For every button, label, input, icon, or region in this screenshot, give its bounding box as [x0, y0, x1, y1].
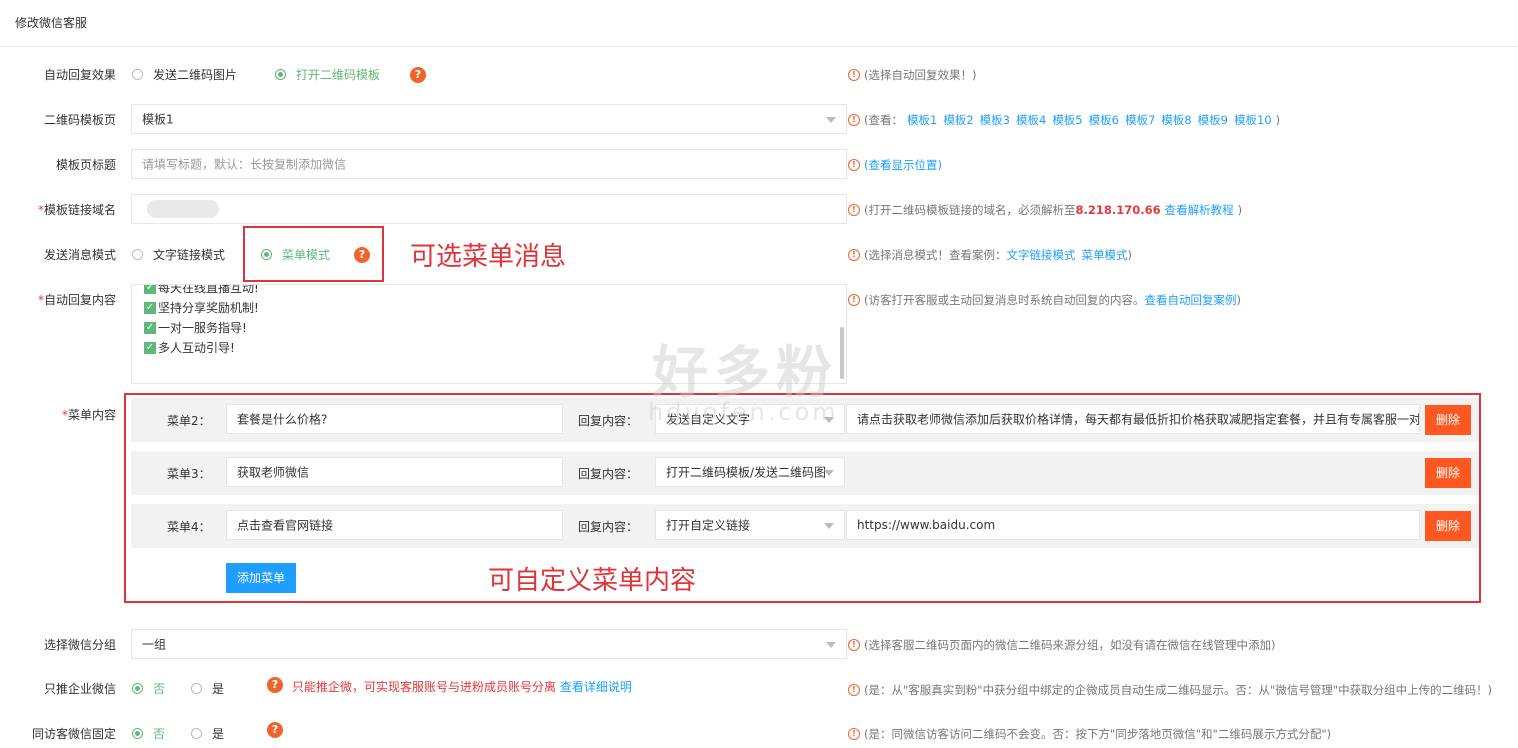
same-visitor-label: 同访客微信固定 — [31, 727, 116, 741]
help-icon[interactable]: ? — [267, 677, 283, 693]
info-icon: ! — [848, 159, 860, 171]
radio-dot-checked — [132, 683, 143, 694]
template-title-label: 模板页标题 — [55, 158, 116, 172]
wechat-group-hint: ! (选择客服二维码页面内的微信二维码来源分组，如没有请在微信在线管理中添加) — [848, 637, 1275, 653]
watermark-url: hduofen.com — [648, 398, 839, 426]
domain-input[interactable] — [131, 194, 847, 224]
template-link-4[interactable]: 模板4 — [1016, 112, 1046, 128]
annotation-menu-mode: 可选菜单消息 — [410, 242, 567, 272]
highlight-box-menu-mode — [243, 226, 384, 282]
dns-tutorial-link[interactable]: 查看解析教程 — [1165, 202, 1234, 218]
reply-line: ✓ 每天在线直播互动! — [144, 285, 259, 296]
check-icon: ✓ — [144, 285, 156, 294]
enterprise-note: 只能推企微，可实现客服账号与进粉成员账号分离 查看详细说明 — [292, 680, 632, 694]
send-mode-hint: ! (选择消息模式！查看案例： 文字链接模式 菜单模式 ) — [848, 247, 1132, 263]
reply-line: ✓ 多人互动引导! — [144, 341, 235, 355]
radio-enterprise-no[interactable]: 否 — [132, 680, 165, 697]
textarea-scrollbar[interactable] — [840, 327, 844, 379]
help-icon[interactable]: ? — [267, 722, 283, 738]
info-icon: ! — [848, 69, 860, 81]
template-link-8[interactable]: 模板8 — [1161, 112, 1191, 128]
watermark: 好多粉 — [652, 341, 838, 406]
radio-dot — [191, 683, 202, 694]
chevron-down-icon — [826, 117, 836, 123]
qr-template-value: 模板1 — [142, 112, 174, 127]
info-icon: ! — [848, 294, 860, 306]
radio-dot — [132, 69, 143, 80]
check-icon: ✓ — [144, 341, 156, 354]
qr-template-label: 二维码模板页 — [43, 113, 116, 127]
radio-same-visitor-yes[interactable]: 是 — [191, 725, 224, 742]
menu-content-label: *菜单内容 — [61, 408, 116, 422]
page-title: 修改微信客服 — [15, 16, 88, 30]
template-link-1[interactable]: 模板1 — [907, 112, 937, 128]
help-icon[interactable]: ? — [410, 67, 426, 83]
template-link-9[interactable]: 模板9 — [1198, 112, 1228, 128]
radio-enterprise-yes[interactable]: 是 — [191, 680, 224, 697]
chevron-down-icon — [826, 642, 836, 648]
qr-template-hint: ! (查看： 模板1 模板2 模板3 模板4 模板5 模板6 模板7 模板8 模… — [848, 112, 1280, 128]
info-icon: ! — [848, 249, 860, 261]
text-link-mode-example[interactable]: 文字链接模式 — [1007, 247, 1076, 263]
auto-reply-effect-hint: ! (选择自动回复效果！) — [848, 67, 976, 83]
template-link-6[interactable]: 模板6 — [1089, 112, 1119, 128]
domain-hint: ! (打开二维码模板链接的域名，必须解析至 8.218.170.66 查看解析教… — [848, 202, 1242, 218]
redacted-domain — [147, 200, 219, 218]
only-enterprise-hint: ! (是：从"客服真实到粉"中获分组中绑定的企微成员自动生成二维码显示。否：从"微… — [848, 682, 1492, 698]
radio-dot — [132, 249, 143, 260]
auto-reply-content-hint: ! (访客打开客服或主动回复消息时系统自动回复的内容。 查看自动回复案例 ) — [848, 292, 1241, 308]
template-link-10[interactable]: 模板10 — [1234, 112, 1272, 128]
radio-same-visitor-no[interactable]: 否 — [132, 725, 165, 742]
info-icon: ! — [848, 114, 860, 126]
template-link-7[interactable]: 模板7 — [1125, 112, 1155, 128]
wechat-group-select[interactable]: 一组 — [131, 629, 847, 659]
radio-text-link-mode[interactable]: 文字链接模式 — [132, 246, 225, 263]
send-mode-label: 发送消息模式 — [43, 248, 116, 262]
qr-template-select[interactable]: 模板1 — [131, 104, 847, 134]
info-icon: ! — [848, 728, 860, 740]
radio-dot-checked — [275, 69, 286, 80]
radio-send-qr-image[interactable]: 发送二维码图片 — [132, 66, 237, 83]
radio-dot — [191, 728, 202, 739]
auto-reply-example-link[interactable]: 查看自动回复案例 — [1144, 292, 1236, 308]
template-link-3[interactable]: 模板3 — [980, 112, 1010, 128]
auto-reply-content-label: *自动回复内容 — [37, 293, 116, 307]
server-ip: 8.218.170.66 — [1075, 203, 1161, 217]
auto-reply-effect-label: 自动回复效果 — [43, 68, 116, 82]
template-title-input[interactable]: 请填写标题，默认：长按复制添加微信 — [131, 149, 847, 179]
view-position-link[interactable]: (查看显示位置) — [864, 157, 942, 173]
info-icon: ! — [848, 639, 860, 651]
wechat-group-label: 选择微信分组 — [43, 638, 116, 652]
template-title-hint: ! (查看显示位置) — [848, 157, 942, 173]
template-link-5[interactable]: 模板5 — [1052, 112, 1082, 128]
check-icon: ✓ — [144, 321, 156, 334]
template-link-2[interactable]: 模板2 — [943, 112, 973, 128]
radio-open-qr-template[interactable]: 打开二维码模板 — [275, 66, 380, 83]
only-enterprise-label: 只推企业微信 — [43, 682, 116, 696]
domain-label: *模板链接域名 — [37, 203, 116, 217]
radio-dot-checked — [132, 728, 143, 739]
info-icon: ! — [848, 684, 860, 696]
info-icon: ! — [848, 204, 860, 216]
reply-line: ✓ 坚持分享奖励机制! — [144, 301, 259, 315]
detail-link[interactable]: 查看详细说明 — [560, 680, 632, 694]
same-visitor-hint: ! (是：同微信访客访问二维码不会变。否：按下方"同步落地页微信"和"二维码展示方… — [848, 726, 1331, 742]
page-header: 修改微信客服 — [0, 0, 1518, 47]
template-title-placeholder: 请填写标题，默认：长按复制添加微信 — [142, 157, 347, 172]
check-icon: ✓ — [144, 301, 156, 314]
menu-mode-example[interactable]: 菜单模式 — [1082, 247, 1128, 263]
reply-line: ✓ 一对一服务指导! — [144, 321, 247, 335]
